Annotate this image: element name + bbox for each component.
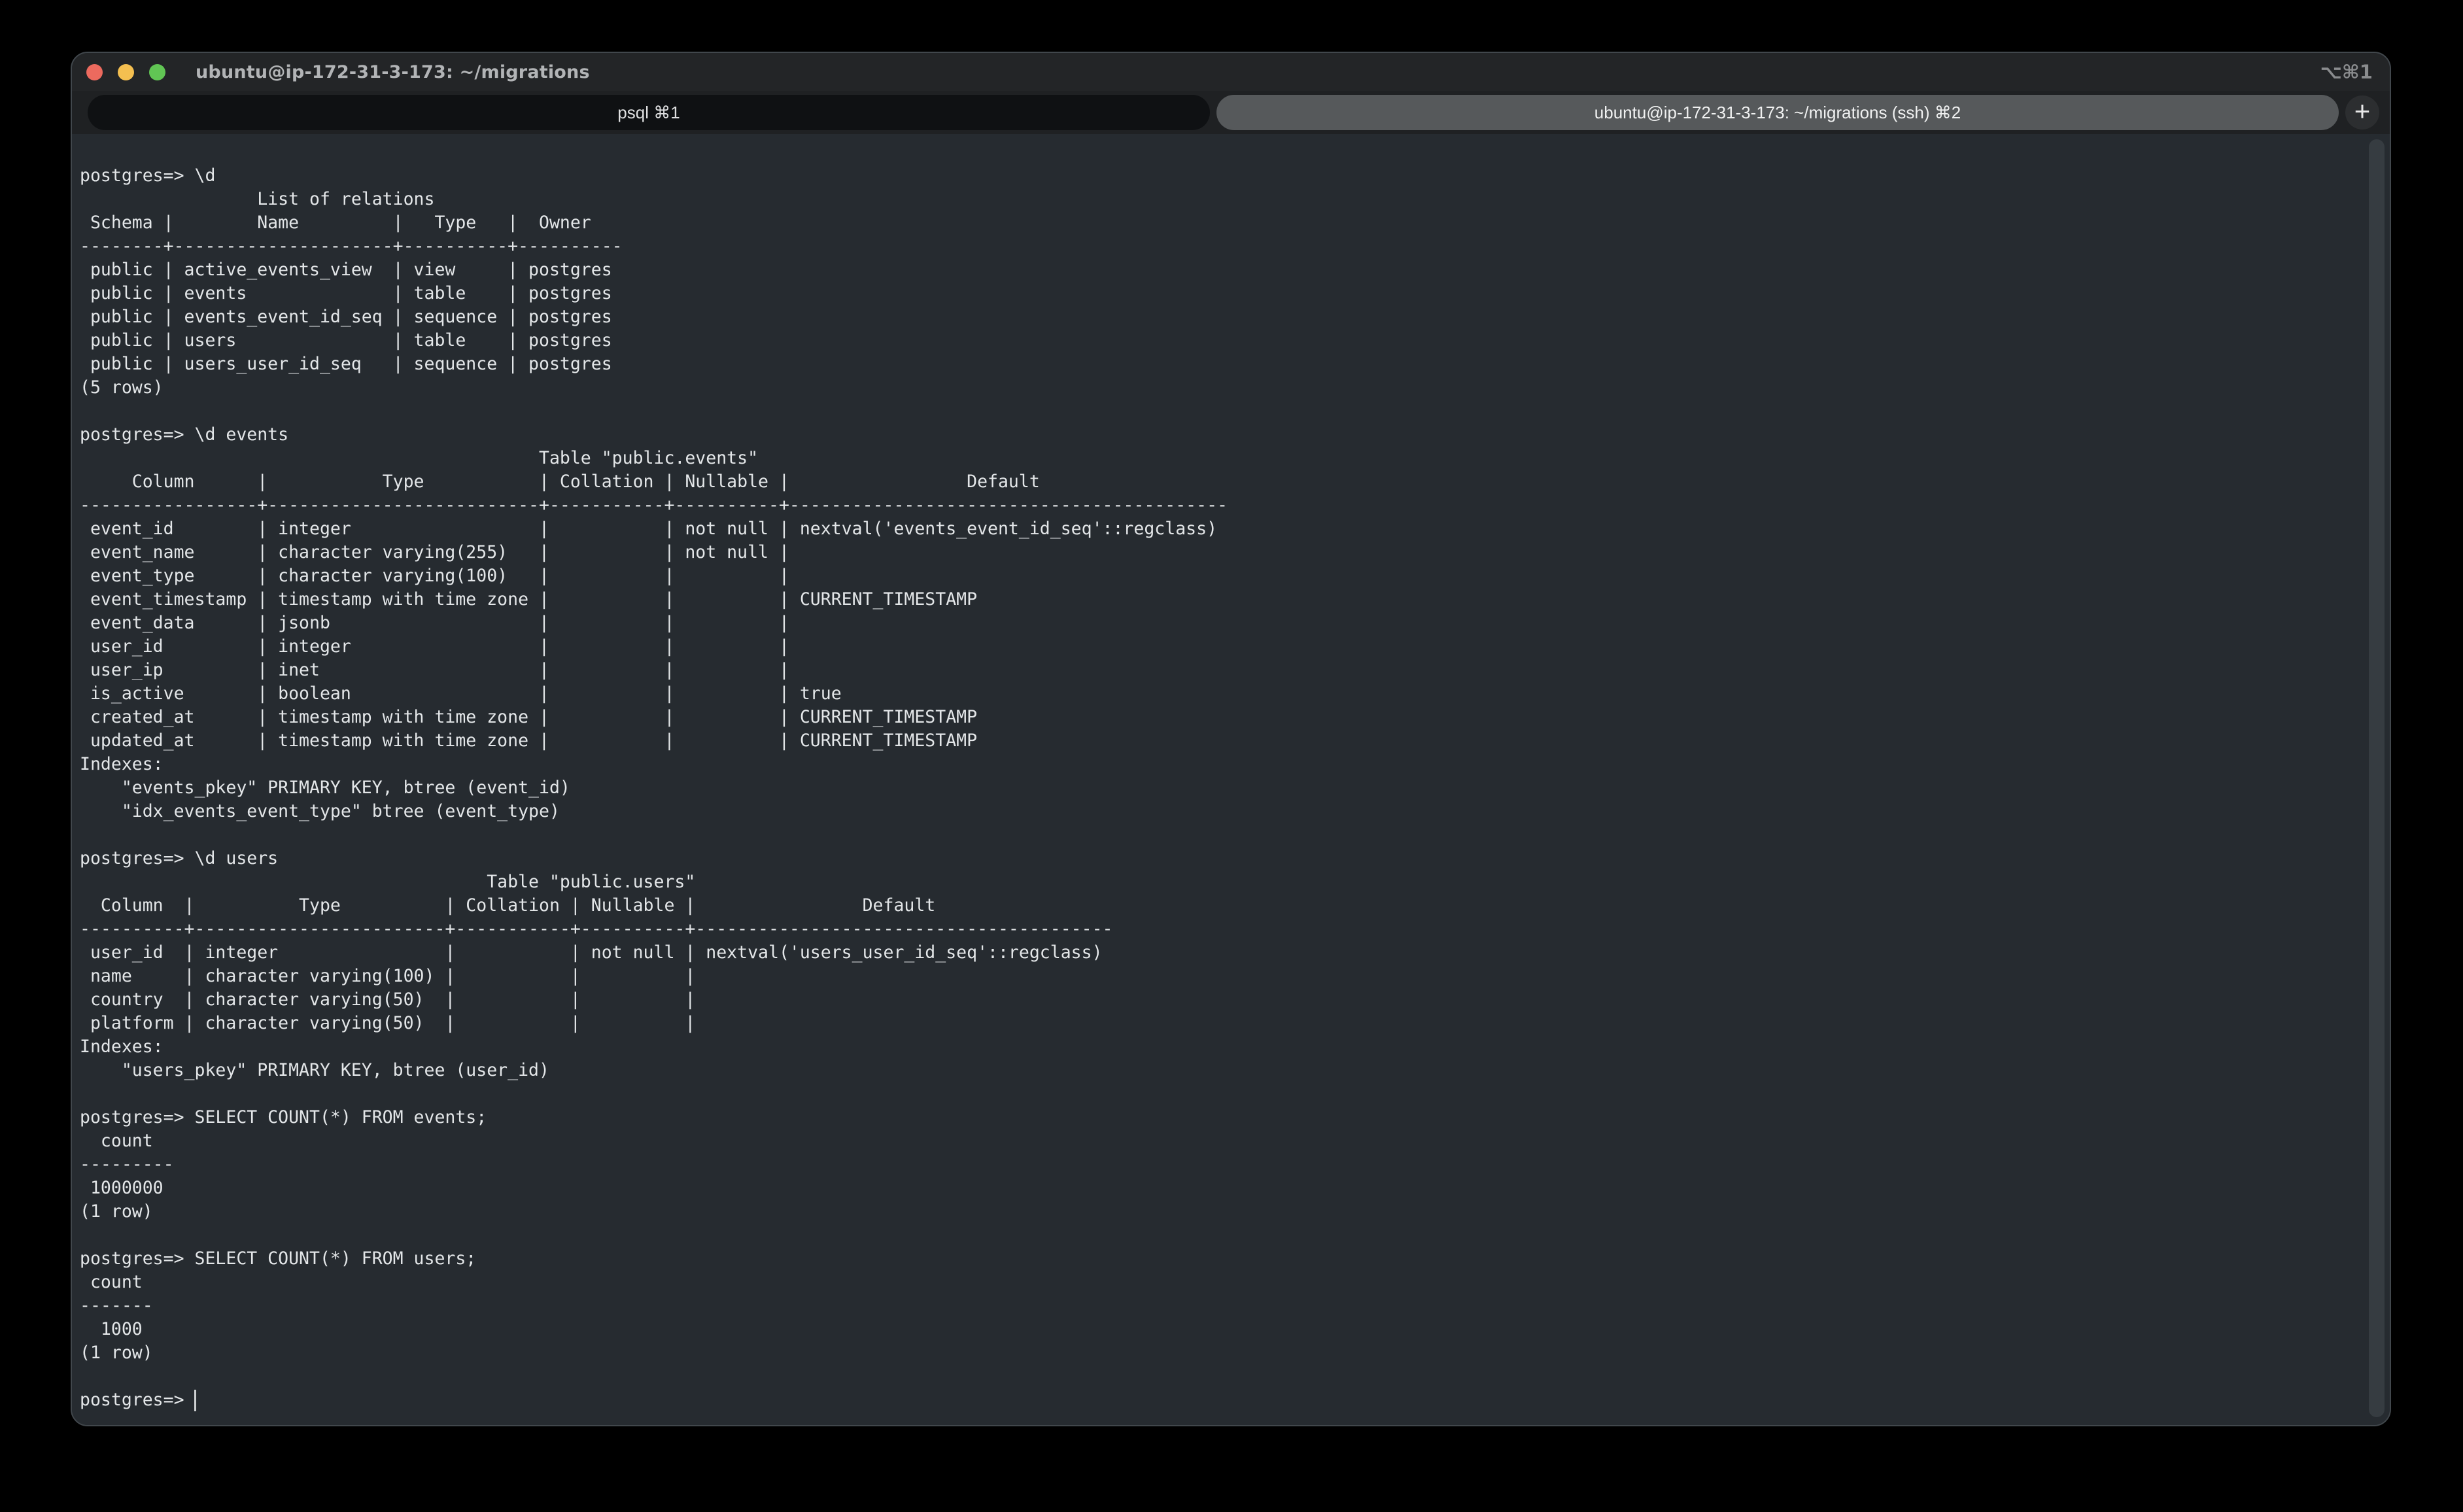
titlebar[interactable]: ubuntu@ip-172-31-3-173: ~/migrations ⌥⌘1 (72, 53, 2390, 91)
tab-psql[interactable]: psql ⌘1 (88, 95, 1210, 130)
tab-ssh-migrations-label: ubuntu@ip-172-31-3-173: ~/migrations (ss… (1594, 103, 1961, 123)
scrollbar[interactable] (2369, 139, 2385, 1417)
window-title: ubuntu@ip-172-31-3-173: ~/migrations (196, 62, 590, 82)
terminal-output: postgres=> \d List of relations Schema |… (80, 164, 2390, 1412)
new-tab-button[interactable]: + (2345, 95, 2379, 129)
traffic-lights (86, 64, 165, 80)
zoom-button[interactable] (149, 64, 165, 80)
text-cursor (194, 1390, 196, 1411)
terminal-viewport[interactable]: postgres=> \d List of relations Schema |… (72, 134, 2390, 1425)
tab-psql-label: psql ⌘1 (617, 103, 680, 123)
terminal-window: ubuntu@ip-172-31-3-173: ~/migrations ⌥⌘1… (71, 52, 2391, 1426)
plus-icon: + (2354, 97, 2371, 125)
tab-ssh-migrations[interactable]: ubuntu@ip-172-31-3-173: ~/migrations (ss… (1216, 95, 2339, 130)
tab-bar: psql ⌘1 ubuntu@ip-172-31-3-173: ~/migrat… (72, 91, 2390, 134)
window-shortcut-hint: ⌥⌘1 (2320, 61, 2373, 83)
minimize-button[interactable] (118, 64, 134, 80)
close-button[interactable] (86, 64, 103, 80)
